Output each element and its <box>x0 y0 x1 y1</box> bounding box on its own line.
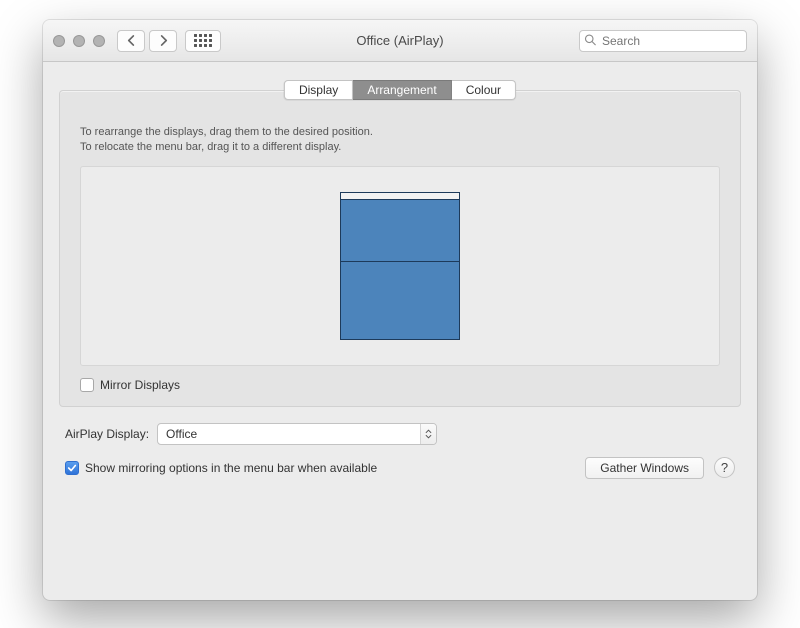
lower-controls: AirPlay Display: Office Show mirroring o… <box>59 407 741 479</box>
grid-icon <box>194 34 212 47</box>
preferences-window: Office (AirPlay) Display Arrangement Col… <box>43 20 757 600</box>
tab-arrangement[interactable]: Arrangement <box>353 80 451 100</box>
traffic-lights <box>53 35 105 47</box>
mirror-displays-checkbox[interactable] <box>80 378 94 392</box>
show-mirroring-checkbox[interactable] <box>65 461 79 475</box>
zoom-window-button[interactable] <box>93 35 105 47</box>
airplay-display-select[interactable]: Office <box>157 423 437 445</box>
display-arrangement-canvas[interactable] <box>80 166 720 366</box>
tab-display[interactable]: Display <box>284 80 353 100</box>
secondary-display[interactable] <box>340 262 460 340</box>
content-area: Display Arrangement Colour To rearrange … <box>43 62 757 495</box>
show-mirroring-label: Show mirroring options in the menu bar w… <box>85 461 377 475</box>
show-mirroring-row[interactable]: Show mirroring options in the menu bar w… <box>65 461 377 475</box>
instructions-line-1: To rearrange the displays, drag them to … <box>80 125 720 140</box>
dropdown-stepper-icon <box>420 424 436 444</box>
right-buttons: Gather Windows ? <box>585 457 735 479</box>
airplay-selected-value: Office <box>166 427 197 441</box>
nav-buttons <box>117 30 177 52</box>
search-icon <box>584 33 596 48</box>
airplay-row: AirPlay Display: Office <box>65 423 735 445</box>
titlebar: Office (AirPlay) <box>43 20 757 62</box>
close-window-button[interactable] <box>53 35 65 47</box>
help-button[interactable]: ? <box>714 457 735 478</box>
search-field[interactable] <box>579 30 747 52</box>
chevron-left-icon <box>127 35 136 46</box>
instructions-text: To rearrange the displays, drag them to … <box>80 125 720 156</box>
arrangement-panel: To rearrange the displays, drag them to … <box>59 90 741 407</box>
mirror-displays-row[interactable]: Mirror Displays <box>80 378 720 392</box>
minimize-window-button[interactable] <box>73 35 85 47</box>
chevron-right-icon <box>159 35 168 46</box>
bottom-row: Show mirroring options in the menu bar w… <box>65 457 735 479</box>
primary-display[interactable] <box>340 192 460 262</box>
forward-button[interactable] <box>149 30 177 52</box>
gather-windows-button[interactable]: Gather Windows <box>585 457 704 479</box>
tab-bar: Display Arrangement Colour <box>284 80 516 100</box>
airplay-label: AirPlay Display: <box>65 427 149 441</box>
back-button[interactable] <box>117 30 145 52</box>
show-all-button[interactable] <box>185 30 221 52</box>
display-stack <box>340 192 460 340</box>
tab-colour[interactable]: Colour <box>452 80 516 100</box>
mirror-displays-label: Mirror Displays <box>100 378 180 392</box>
instructions-line-2: To relocate the menu bar, drag it to a d… <box>80 140 720 155</box>
search-input[interactable] <box>579 30 747 52</box>
